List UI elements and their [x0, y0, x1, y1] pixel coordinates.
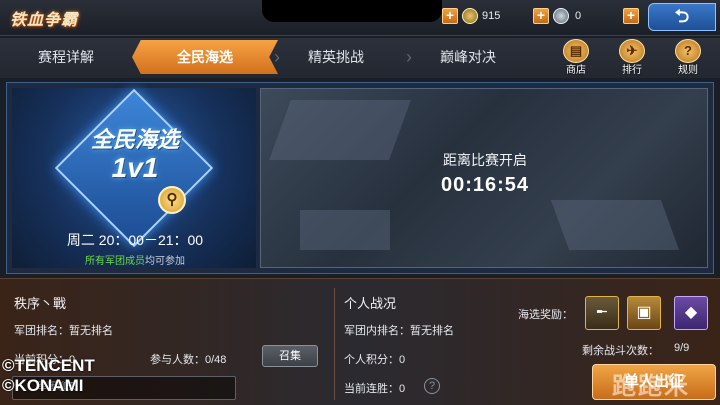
rank-wings-icon: ✈ [619, 39, 645, 63]
add-shield-button[interactable]: + [533, 8, 549, 24]
remaining-battles-label: 剩余战斗次数： [582, 345, 659, 357]
rifle-icon: ╾ [597, 304, 607, 321]
rules-button[interactable]: ? 规则 [668, 39, 708, 76]
event-time: 周二 20：00－21：00 [66, 232, 204, 248]
map-building [550, 200, 680, 250]
shop-label: 商店 [566, 65, 586, 76]
help-icon[interactable]: ? [424, 378, 440, 394]
event-eligibility: 所有军团成员均可参加 [40, 252, 230, 267]
win-streak: 当前连胜：0 [344, 383, 406, 395]
eligibility-highlight: 所有军团成员 [85, 256, 145, 267]
copyright-konami: ©KONAMI [2, 376, 84, 395]
tab-schedule-details[interactable]: 赛程详解 [0, 40, 132, 74]
shield-count: 0 [575, 10, 582, 22]
shield-badge-icon [553, 8, 569, 24]
rank-medal-icon [462, 8, 478, 24]
tab-elite-challenge[interactable]: 精英挑战 [270, 40, 402, 74]
legion-participants: 参与人数：0/48 [150, 354, 227, 366]
tab-peak-showdown[interactable]: 巅峰对决 [402, 40, 534, 74]
remaining-battles-value: 9/9 [674, 342, 690, 354]
countdown-timer: 00:16:54 [440, 174, 530, 196]
copyright-notice: ©TENCENT ©KONAMI [2, 356, 95, 396]
personal-rank: 军团内排名：暂无排名 [344, 325, 454, 337]
legion-name: 秩序丶戰 [14, 296, 67, 311]
medal-count: 915 [482, 10, 501, 22]
event-name: 全民海选 [90, 127, 179, 152]
crate-reward[interactable]: ▣ [627, 296, 661, 330]
emblem-icon: ◆ [684, 304, 698, 321]
event-mode: 1v1 [111, 152, 159, 183]
legion-rank: 军团排名：暂无排名 [14, 325, 113, 337]
ranking-button[interactable]: ✈ 排行 [612, 39, 652, 76]
map-building [300, 210, 390, 250]
rules-label: 规则 [678, 65, 698, 76]
add-medal-button[interactable]: + [442, 8, 458, 24]
personal-score: 个人积分：0 [344, 354, 406, 366]
add-resource-button[interactable]: + [623, 8, 639, 24]
copyright-tencent: ©TENCENT [2, 356, 95, 375]
rifle-reward[interactable]: ╾ [585, 296, 619, 330]
eligibility-rest: 均可参加 [145, 256, 185, 267]
summon-button[interactable]: 召集 [262, 345, 318, 367]
section-divider [334, 288, 335, 400]
countdown-label: 距离比赛开启 [443, 152, 527, 168]
personal-stats-title: 个人战况 [344, 296, 397, 311]
shop-icon: ▤ [563, 39, 589, 63]
app-title: 铁血争霸 [10, 12, 79, 29]
question-icon: ? [675, 39, 701, 63]
rewards-label: 海选奖励： [518, 309, 573, 321]
magnify-icon[interactable]: ⚲ [158, 186, 186, 214]
site-watermark: 跑跑米 [612, 373, 690, 400]
emblem-reward[interactable]: ◆ [674, 296, 708, 330]
tab-open-selection[interactable]: 全民海选 [139, 40, 271, 74]
screen-notch [262, 0, 442, 22]
crate-icon: ▣ [636, 304, 652, 321]
ranking-label: 排行 [622, 65, 642, 76]
shop-button[interactable]: ▤ 商店 [556, 39, 596, 76]
back-button[interactable]: ⮌ [648, 3, 716, 31]
